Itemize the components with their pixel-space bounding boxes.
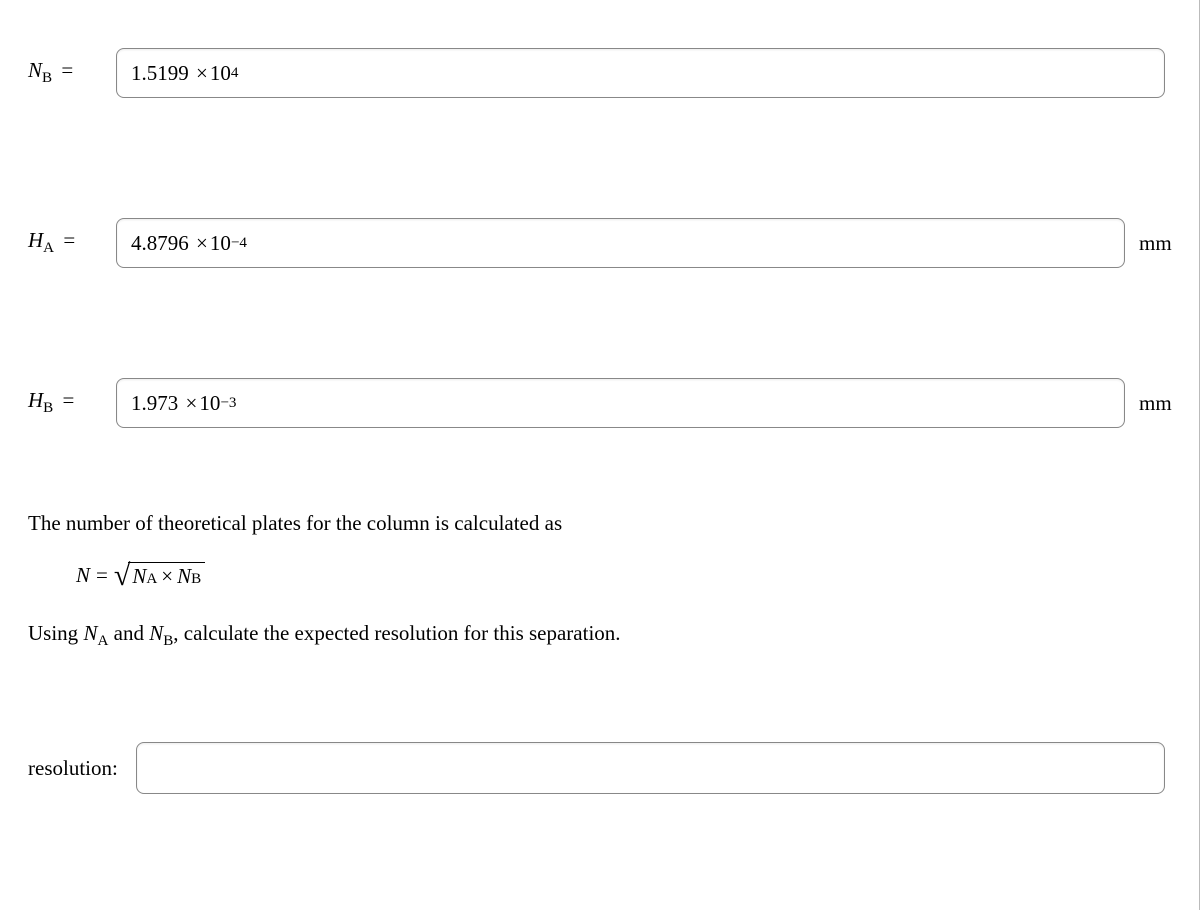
times-symbol: ×: [180, 391, 197, 416]
rhs-b-base: N: [177, 564, 191, 589]
nb-coeff: 1.5199: [131, 61, 189, 86]
ten: 10: [199, 391, 220, 416]
field-row-nb: NB = 1.5199 ×104: [28, 48, 1179, 98]
hb-exp: −3: [220, 395, 236, 412]
field-row-hb: HB = 1.973 ×10−3 mm: [28, 378, 1179, 428]
equals-sign: =: [96, 563, 108, 588]
nb-exp: 4: [231, 65, 239, 82]
equals-sign: =: [63, 388, 75, 412]
label-hb-sub: B: [43, 401, 53, 417]
radicand: NA × NB: [128, 562, 205, 589]
label-resolution: resolution:: [28, 756, 128, 781]
sqrt: √ NA × NB: [114, 562, 205, 590]
para2-pre: Using: [28, 621, 83, 645]
input-ha[interactable]: 4.8796 ×10−4: [116, 218, 1125, 268]
label-nb: NB =: [28, 58, 108, 87]
times-symbol: ×: [191, 231, 208, 256]
page-content: NB = 1.5199 ×104 HA = 4.8796 ×10−4 mm HB…: [0, 0, 1200, 910]
unit-hb: mm: [1139, 391, 1179, 416]
label-nb-base: N: [28, 58, 42, 82]
label-nb-sub: B: [42, 71, 52, 87]
equals-sign: =: [63, 228, 75, 252]
times-symbol: ×: [191, 61, 208, 86]
field-row-resolution: resolution:: [28, 742, 1179, 794]
label-ha-base: H: [28, 228, 43, 252]
para2-mid: and: [108, 621, 149, 645]
label-hb: HB =: [28, 388, 108, 417]
rhs-b-sub: B: [191, 571, 201, 588]
ten: 10: [210, 231, 231, 256]
label-hb-base: H: [28, 388, 43, 412]
input-nb[interactable]: 1.5199 ×104: [116, 48, 1165, 98]
ten: 10: [210, 61, 231, 86]
input-resolution[interactable]: [136, 742, 1165, 794]
unit-ha: mm: [1139, 231, 1179, 256]
formula-n: N = √ NA × NB: [76, 562, 1179, 590]
inline-na: NA: [83, 621, 108, 645]
rhs-a-sub: A: [146, 571, 157, 588]
times-symbol: ×: [161, 564, 173, 589]
paragraph-plates: The number of theoretical plates for the…: [28, 508, 1179, 540]
formula-lhs: N: [76, 563, 90, 588]
ha-exp: −4: [231, 235, 247, 252]
ha-coeff: 4.8796: [131, 231, 189, 256]
inline-nb: NB: [149, 621, 173, 645]
label-ha: HA =: [28, 228, 108, 257]
para2-post: , calculate the expected resolution for …: [173, 621, 620, 645]
field-row-ha: HA = 4.8796 ×10−4 mm: [28, 218, 1179, 268]
input-hb[interactable]: 1.973 ×10−3: [116, 378, 1125, 428]
rhs-a-base: N: [132, 564, 146, 589]
equals-sign: =: [61, 58, 73, 82]
hb-coeff: 1.973: [131, 391, 178, 416]
paragraph-resolution-instruction: Using NA and NB, calculate the expected …: [28, 618, 1179, 653]
label-ha-sub: A: [43, 241, 54, 257]
